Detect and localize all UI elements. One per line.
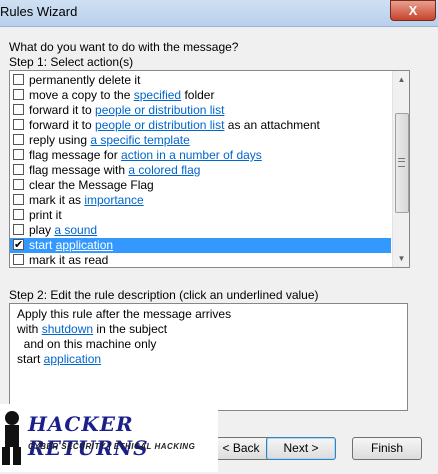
description-text: start: [17, 352, 44, 366]
action-checkbox[interactable]: [13, 224, 24, 235]
action-checkbox[interactable]: [13, 134, 24, 145]
title-bar: Rules Wizard X: [0, 0, 438, 27]
action-checkbox[interactable]: [13, 119, 24, 130]
watermark-title: HACKER RETURNS: [28, 412, 149, 460]
action-label: start application: [29, 238, 113, 253]
action-text: print it: [29, 208, 62, 222]
description-line: start application: [17, 352, 101, 366]
action-label: permanently delete it: [29, 73, 140, 88]
action-text: play: [29, 223, 55, 237]
finish-button[interactable]: Finish: [352, 437, 422, 460]
action-label: move a copy to the specified folder: [29, 88, 214, 103]
action-text: forward it to: [29, 118, 96, 132]
action-text: as an attachment: [224, 118, 320, 132]
action-text: flag message for: [29, 148, 122, 162]
action-link[interactable]: importance: [84, 193, 143, 207]
action-checkbox[interactable]: [13, 194, 24, 205]
action-row[interactable]: ✔ start application: [10, 238, 391, 253]
actions-scrollbar[interactable]: ▲ ▼: [392, 71, 409, 267]
action-row[interactable]: reply using a specific template: [10, 133, 391, 148]
action-text: move a copy to the: [29, 88, 134, 102]
action-link[interactable]: people or distribution list: [95, 118, 224, 132]
description-line: and on this machine only: [17, 337, 157, 351]
action-row[interactable]: permanently delete it: [10, 73, 391, 88]
action-row[interactable]: clear the Message Flag: [10, 178, 391, 193]
action-label: play a sound: [29, 223, 97, 238]
watermark-logo: HACKER RETURNS CYBER SECURITY | ETHICAL …: [0, 404, 218, 472]
action-link[interactable]: a sound: [54, 223, 97, 237]
description-line: Apply this rule after the message arrive…: [17, 307, 231, 321]
action-text: mark it as read: [29, 253, 109, 267]
action-checkbox[interactable]: [13, 164, 24, 175]
action-row[interactable]: move a copy to the specified folder: [10, 88, 391, 103]
action-label: clear the Message Flag: [29, 178, 154, 193]
description-text: in the subject: [93, 322, 168, 336]
action-row[interactable]: flag message with a colored flag: [10, 163, 391, 178]
action-checkbox[interactable]: [13, 179, 24, 190]
step2-label: Step 2: Edit the rule description (click…: [9, 288, 319, 302]
action-row[interactable]: forward it to people or distribution lis…: [10, 103, 391, 118]
action-label: reply using a specific template: [29, 133, 190, 148]
action-link[interactable]: a colored flag: [128, 163, 200, 177]
action-label: flag message with a colored flag: [29, 163, 200, 178]
rules-wizard-window: Rules Wizard X What do you want to do wi…: [0, 0, 438, 474]
action-link[interactable]: specified: [134, 88, 181, 102]
action-link[interactable]: people or distribution list: [95, 103, 224, 117]
description-line: with shutdown in the subject: [17, 322, 167, 336]
action-text: mark it as: [29, 193, 85, 207]
action-row[interactable]: forward it to people or distribution lis…: [10, 118, 391, 133]
action-label: flag message for action in a number of d…: [29, 148, 262, 163]
watermark-subtitle: CYBER SECURITY | ETHICAL HACKING: [28, 442, 196, 451]
action-row[interactable]: play a sound: [10, 223, 391, 238]
action-text: forward it to: [29, 103, 96, 117]
action-checkbox[interactable]: [13, 74, 24, 85]
description-link[interactable]: shutdown: [42, 322, 93, 336]
close-button[interactable]: X: [390, 0, 436, 21]
action-checkbox[interactable]: [13, 89, 24, 100]
action-link[interactable]: a specific template: [90, 133, 189, 147]
action-row[interactable]: mark it as read: [10, 253, 391, 267]
description-text: with: [17, 322, 42, 336]
action-checkbox[interactable]: [13, 254, 24, 265]
step1-label: Step 1: Select action(s): [9, 55, 134, 69]
action-label: forward it to people or distribution lis…: [29, 103, 224, 118]
action-checkbox[interactable]: [13, 104, 24, 115]
description-link[interactable]: application: [44, 352, 101, 366]
hacker-figure-icon: [2, 411, 21, 465]
scroll-down-icon[interactable]: ▼: [393, 250, 409, 267]
action-label: mark it as importance: [29, 193, 144, 208]
action-text: clear the Message Flag: [29, 178, 154, 192]
description-text: Apply this rule after the message arrive…: [17, 307, 232, 321]
action-checkbox[interactable]: [13, 209, 24, 220]
action-text: start: [29, 238, 56, 252]
window-title: Rules Wizard: [0, 4, 78, 19]
action-label: forward it to people or distribution lis…: [29, 118, 320, 133]
action-label: mark it as read: [29, 253, 109, 267]
action-text: permanently delete it: [29, 73, 141, 87]
rule-description-box: Apply this rule after the message arrive…: [9, 303, 408, 411]
next-button[interactable]: Next >: [266, 437, 336, 460]
action-link[interactable]: action in a number of days: [121, 148, 262, 162]
action-checkbox[interactable]: ✔: [13, 239, 24, 251]
action-text: flag message with: [29, 163, 129, 177]
grip-icon: [398, 158, 405, 167]
action-label: print it: [29, 208, 62, 223]
description-text: and on this machine only: [17, 337, 157, 351]
action-text: reply using: [29, 133, 91, 147]
action-row[interactable]: flag message for action in a number of d…: [10, 148, 391, 163]
action-link[interactable]: application: [56, 238, 113, 252]
action-text: folder: [181, 88, 215, 102]
action-row[interactable]: print it: [10, 208, 391, 223]
scroll-thumb[interactable]: [395, 113, 409, 213]
scroll-up-icon[interactable]: ▲: [393, 71, 409, 88]
action-checkbox[interactable]: [13, 149, 24, 160]
prompt-label: What do you want to do with the message?: [9, 40, 239, 54]
actions-list[interactable]: permanently delete it move a copy to the …: [9, 70, 410, 268]
action-row[interactable]: mark it as importance: [10, 193, 391, 208]
